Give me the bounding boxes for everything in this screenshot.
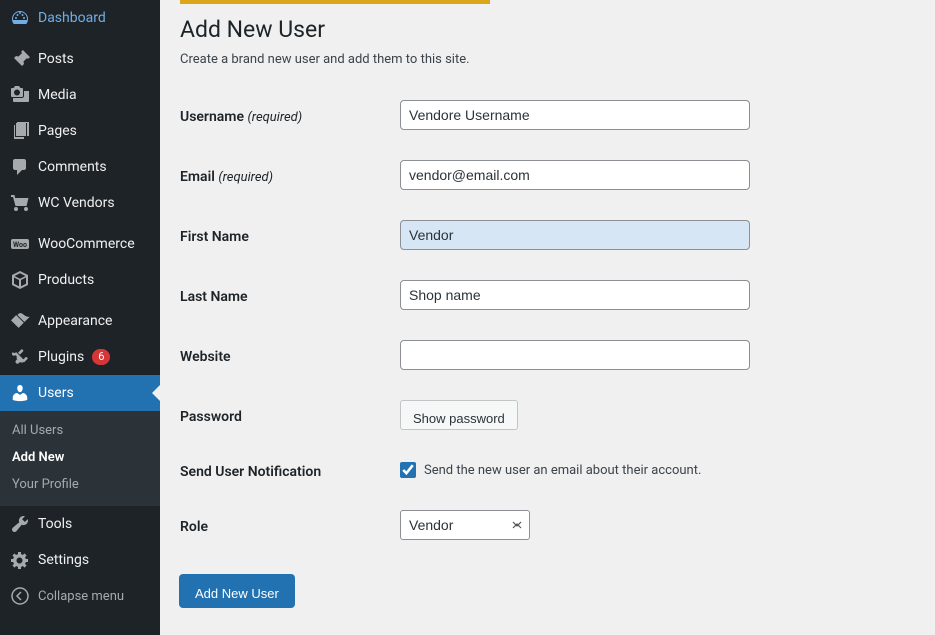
users-icon: [10, 383, 30, 403]
woocommerce-icon: Woo: [10, 234, 30, 254]
username-input[interactable]: [400, 100, 750, 130]
sidebar-item-label: Media: [38, 86, 77, 104]
sidebar-item-label: Appearance: [38, 312, 112, 330]
pin-icon: [10, 49, 30, 69]
add-user-button[interactable]: Add New User: [180, 575, 294, 607]
notification-checkbox[interactable]: [400, 462, 416, 478]
page-title: Add New User: [180, 16, 915, 43]
appearance-icon: [10, 311, 30, 331]
notification-label: Send User Notification: [180, 460, 400, 480]
submenu-all-users[interactable]: All Users: [0, 417, 160, 444]
collapse-icon: [10, 586, 30, 606]
settings-icon: [10, 550, 30, 570]
sidebar-item-label: Products: [38, 271, 94, 289]
sidebar-item-tools[interactable]: Tools: [0, 506, 160, 542]
main-content: Add New User Create a brand new user and…: [160, 0, 935, 635]
sidebar-item-comments[interactable]: Comments: [0, 149, 160, 185]
dashboard-icon: [10, 8, 30, 28]
password-label: Password: [180, 405, 400, 425]
collapse-label: Collapse menu: [38, 589, 124, 604]
sidebar-item-label: Settings: [38, 551, 89, 569]
sidebar-item-appearance[interactable]: Appearance: [0, 303, 160, 339]
sidebar-item-media[interactable]: Media: [0, 77, 160, 113]
firstname-input[interactable]: [400, 220, 750, 250]
email-input[interactable]: [400, 160, 750, 190]
sidebar-item-label: Pages: [38, 122, 77, 140]
sidebar-item-posts[interactable]: Posts: [0, 41, 160, 77]
sidebar-item-dashboard[interactable]: Dashboard: [0, 0, 160, 36]
email-label: Email (required): [180, 165, 400, 185]
sidebar-item-label: Tools: [38, 515, 72, 533]
tools-icon: [10, 514, 30, 534]
sidebar-item-label: Plugins: [38, 348, 84, 366]
pages-icon: [10, 121, 30, 141]
collapse-menu[interactable]: Collapse menu: [0, 578, 160, 614]
sidebar-item-pages[interactable]: Pages: [0, 113, 160, 149]
submenu-your-profile[interactable]: Your Profile: [0, 471, 160, 498]
sidebar-item-wcvendors[interactable]: WC Vendors: [0, 185, 160, 221]
sidebar-item-woocommerce[interactable]: Woo WooCommerce: [0, 226, 160, 262]
username-label: Username (required): [180, 105, 400, 125]
show-password-button[interactable]: Show password: [400, 400, 518, 430]
sidebar-item-label: Dashboard: [38, 9, 106, 27]
notice-bar: [180, 0, 490, 4]
users-submenu: All Users Add New Your Profile: [0, 411, 160, 506]
admin-sidebar: Dashboard Posts Media Pages Comments WC …: [0, 0, 160, 635]
website-input[interactable]: [400, 340, 750, 370]
role-label: Role: [180, 515, 400, 535]
firstname-label: First Name: [180, 225, 400, 245]
sidebar-item-label: Posts: [38, 50, 74, 68]
sidebar-item-products[interactable]: Products: [0, 262, 160, 298]
sidebar-item-label: Comments: [38, 158, 107, 176]
sidebar-item-plugins[interactable]: Plugins 6: [0, 339, 160, 375]
submenu-add-new[interactable]: Add New: [0, 444, 160, 471]
plugins-icon: [10, 347, 30, 367]
comments-icon: [10, 157, 30, 177]
sidebar-item-label: WC Vendors: [38, 194, 115, 212]
notification-text: Send the new user an email about their a…: [424, 463, 701, 478]
plugins-update-badge: 6: [92, 349, 110, 365]
products-icon: [10, 270, 30, 290]
cart-icon: [10, 193, 30, 213]
lastname-label: Last Name: [180, 285, 400, 305]
lastname-input[interactable]: [400, 280, 750, 310]
role-select[interactable]: Vendor: [400, 510, 530, 540]
user-form: Username (required) Email (required) Fir…: [180, 85, 915, 555]
media-icon: [10, 85, 30, 105]
sidebar-item-settings[interactable]: Settings: [0, 542, 160, 578]
svg-text:Woo: Woo: [13, 241, 27, 249]
sidebar-item-label: Users: [38, 384, 74, 402]
website-label: Website: [180, 345, 400, 365]
sidebar-item-users[interactable]: Users: [0, 375, 160, 411]
page-subtitle: Create a brand new user and add them to …: [180, 52, 915, 67]
sidebar-item-label: WooCommerce: [38, 235, 135, 253]
